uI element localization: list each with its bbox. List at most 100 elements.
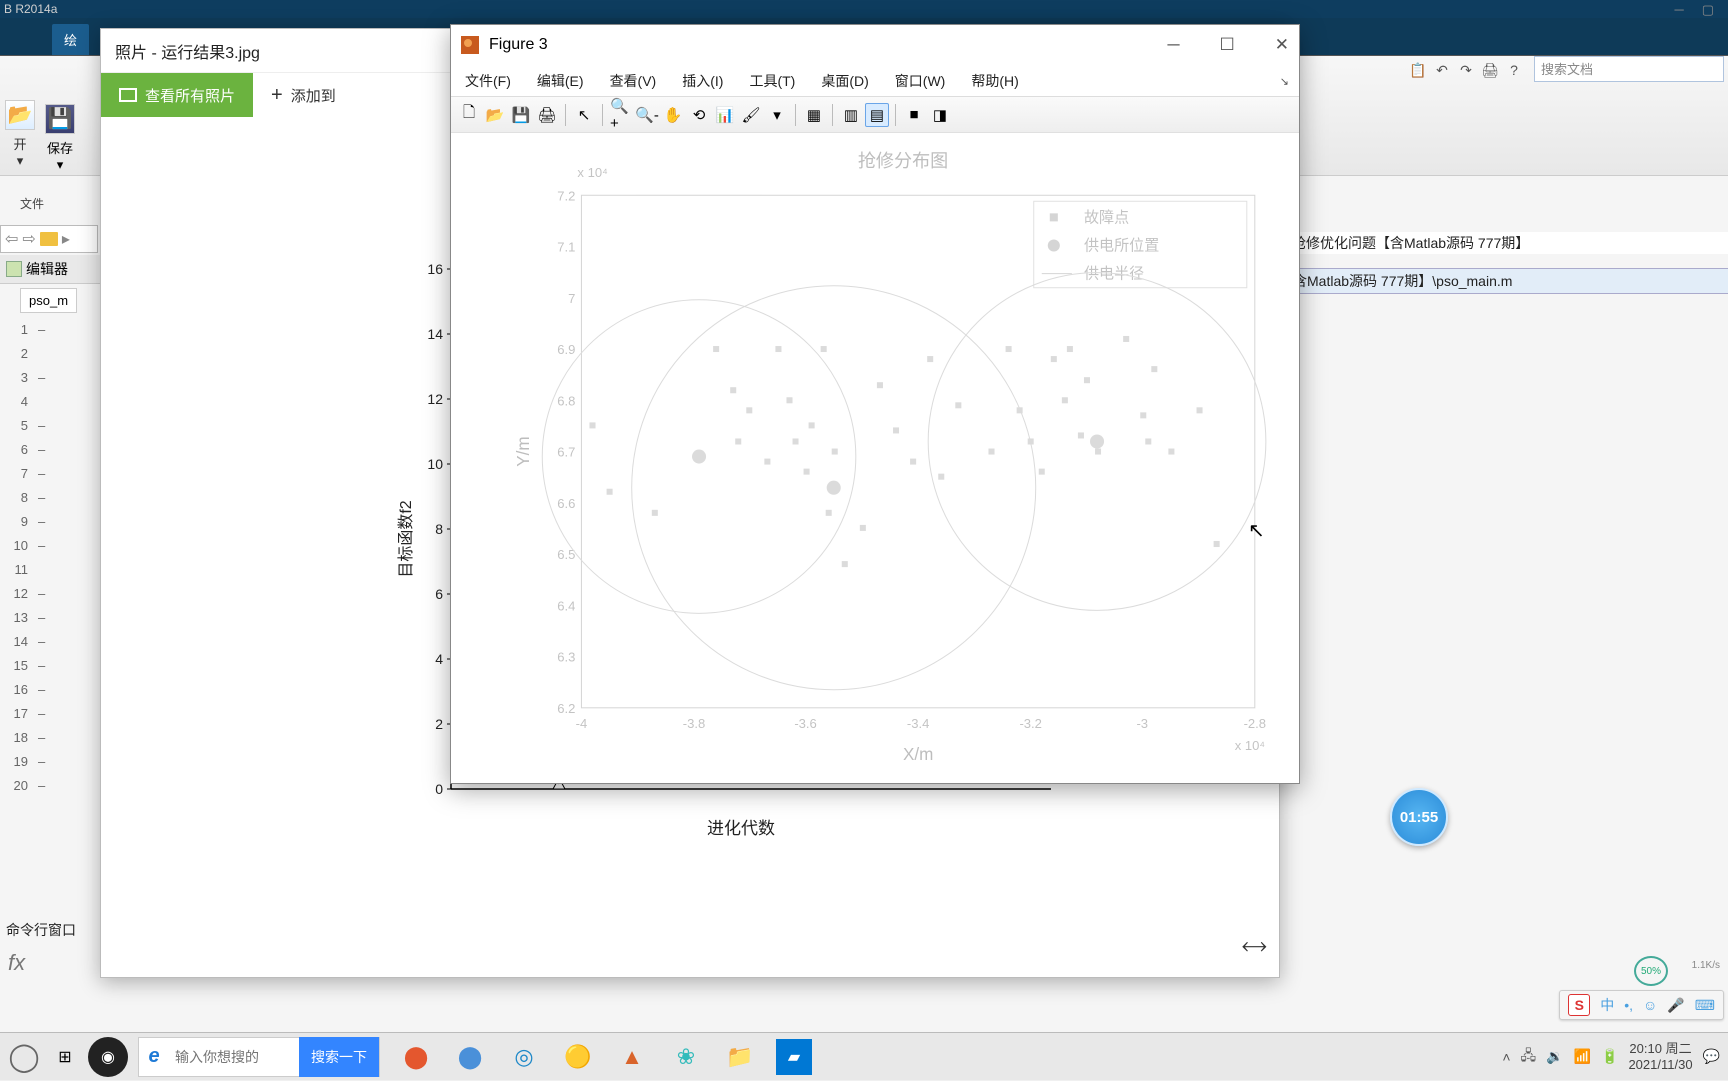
taskbar-search[interactable]: e 搜索一下: [138, 1037, 380, 1077]
explorer-app-icon[interactable]: 📁: [722, 1039, 758, 1075]
print-icon[interactable]: 🖨: [535, 103, 559, 127]
file-section-label: 文件: [20, 195, 44, 212]
tray-volume-icon[interactable]: 🔉: [1546, 1048, 1563, 1065]
editor-file-path[interactable]: 含Matlab源码 777期】\pso_main.m: [1290, 268, 1728, 294]
open-icon[interactable]: 📂: [483, 103, 507, 127]
matlab-app-icon[interactable]: ▲: [614, 1039, 650, 1075]
edge-app-icon[interactable]: ◎: [506, 1039, 542, 1075]
undo-icon[interactable]: ↶: [1432, 60, 1452, 80]
ime-lang[interactable]: 中: [1600, 995, 1614, 1015]
link-icon[interactable]: ▾: [765, 103, 789, 127]
browser-app-icon[interactable]: 🟡: [560, 1039, 596, 1075]
ime-keyboard-icon[interactable]: ⌨: [1695, 997, 1715, 1014]
menu-window[interactable]: 窗口(W): [895, 71, 946, 91]
zoom-in-icon[interactable]: 🔍+: [609, 103, 633, 127]
app-icon-1[interactable]: ⬤: [398, 1039, 434, 1075]
search-input[interactable]: [169, 1039, 299, 1075]
network-usage-badge[interactable]: 50%: [1634, 956, 1668, 986]
ime-punct-icon[interactable]: •,: [1624, 997, 1633, 1013]
svg-text:8: 8: [435, 521, 443, 537]
current-folder-bar[interactable]: ⇦ ⇨ ▸: [0, 225, 98, 253]
colorbar-icon[interactable]: ▦: [802, 103, 826, 127]
back-arrow-icon[interactable]: ⇦: [5, 229, 18, 249]
view-all-photos-button[interactable]: 查看所有照片: [101, 73, 253, 117]
close-icon[interactable]: ✕: [1275, 35, 1289, 55]
help-icon[interactable]: ?: [1504, 60, 1524, 80]
photos-app-icon[interactable]: ▰: [776, 1039, 812, 1075]
tray-chevron-up-icon[interactable]: ˄: [1502, 1049, 1510, 1065]
svg-text:2: 2: [435, 716, 443, 732]
brush-icon[interactable]: 🖌: [739, 103, 763, 127]
editor-file-tab[interactable]: pso_m: [20, 288, 77, 313]
doc-search-field[interactable]: 搜索文档: [1534, 56, 1724, 82]
svg-text:7.2: 7.2: [557, 188, 575, 203]
task-view-button[interactable]: ⊞: [48, 1047, 82, 1067]
recording-timer-badge[interactable]: 01:55: [1390, 788, 1448, 846]
pointer-icon[interactable]: ↖: [572, 103, 596, 127]
plottools-icon[interactable]: ▤: [865, 103, 889, 127]
notifications-icon[interactable]: 💬: [1703, 1048, 1720, 1065]
app-icon-6[interactable]: ❀: [668, 1039, 704, 1075]
sogou-logo-icon[interactable]: S: [1568, 994, 1590, 1016]
ime-voice-icon[interactable]: 🎤: [1667, 997, 1684, 1014]
hide-plottools-icon[interactable]: ■: [902, 103, 926, 127]
save-icon[interactable]: 💾: [509, 103, 533, 127]
save-button[interactable]: 💾 保存▾: [40, 104, 80, 173]
matlab-figure-icon: [461, 36, 479, 54]
svg-text:6.8: 6.8: [557, 393, 575, 408]
print-icon[interactable]: 🖨: [1480, 60, 1500, 80]
svg-text:进化代数: 进化代数: [707, 819, 775, 838]
pan-icon[interactable]: ✋: [661, 103, 685, 127]
menu-view[interactable]: 查看(V): [610, 71, 657, 91]
svg-text:-3.6: -3.6: [794, 716, 816, 731]
matlab-titlebar: B R2014a: [0, 0, 1728, 18]
tray-network-icon[interactable]: 🖧: [1521, 1045, 1537, 1069]
tray-battery-icon[interactable]: 🔋: [1601, 1048, 1618, 1065]
app-icon-2[interactable]: ⬤: [452, 1039, 488, 1075]
datacursor-icon[interactable]: 📊: [713, 103, 737, 127]
obs-app-icon[interactable]: ◉: [88, 1037, 128, 1077]
svg-text:目标函数f2: 目标函数f2: [397, 500, 415, 577]
figure-titlebar[interactable]: Figure 3 ─ ☐ ✕: [451, 25, 1299, 65]
menu-insert[interactable]: 插入(I): [682, 71, 723, 91]
new-figure-icon[interactable]: 🗋: [457, 103, 481, 127]
minimize-icon[interactable]: ─: [1674, 2, 1683, 18]
add-to-label: 添加到: [291, 85, 336, 106]
add-to-button[interactable]: + 添加到: [253, 73, 354, 117]
tray-wifi-icon[interactable]: 📶: [1574, 1048, 1591, 1065]
system-tray: ˄ 🖧 🔉 📶 🔋 20:10 周二 2021/11/30 💬: [1502, 1041, 1728, 1072]
menu-edit[interactable]: 编辑(E): [537, 71, 584, 91]
menu-help[interactable]: 帮助(H): [971, 71, 1018, 91]
figure-window: Figure 3 ─ ☐ ✕ 文件(F) 编辑(E) 查看(V) 插入(I) 工…: [450, 24, 1300, 784]
fx-prompt-icon[interactable]: fx: [8, 950, 25, 976]
search-go-button[interactable]: 搜索一下: [299, 1037, 379, 1077]
folder-icon: [40, 232, 58, 246]
menu-file[interactable]: 文件(F): [465, 71, 511, 91]
svg-text:6: 6: [435, 586, 443, 602]
fullscreen-icon[interactable]: ⤢: [1237, 930, 1270, 963]
taskbar-clock[interactable]: 20:10 周二 2021/11/30: [1628, 1041, 1692, 1072]
start-button[interactable]: ◯: [0, 1033, 48, 1081]
legend-icon[interactable]: ▥: [839, 103, 863, 127]
show-plottools-icon[interactable]: ◨: [928, 103, 952, 127]
dock-icon[interactable]: ↘: [1280, 75, 1289, 88]
maximize-icon[interactable]: ▢: [1702, 2, 1714, 18]
ie-icon: e: [139, 1045, 169, 1068]
maximize-icon[interactable]: ☐: [1220, 35, 1235, 55]
minimize-icon[interactable]: ─: [1167, 35, 1179, 55]
ime-emoji-icon[interactable]: ☺: [1643, 997, 1657, 1013]
svg-text:-3: -3: [1136, 716, 1148, 731]
redo-icon[interactable]: ↷: [1456, 60, 1476, 80]
open-button[interactable]: 📂 开▾: [0, 100, 40, 169]
rotate3d-icon[interactable]: ⟲: [687, 103, 711, 127]
ribbon-tab-plot[interactable]: 绘: [52, 24, 89, 55]
menu-tools[interactable]: 工具(T): [749, 71, 795, 91]
command-window-label: 命令行窗口: [6, 920, 76, 940]
fwd-arrow-icon[interactable]: ⇨: [22, 229, 35, 249]
zoom-out-icon[interactable]: 🔍-: [635, 103, 659, 127]
paste-icon[interactable]: 📋: [1408, 60, 1428, 80]
figure-title-text: Figure 3: [489, 36, 548, 54]
svg-text:12: 12: [427, 391, 443, 407]
ime-toolbar[interactable]: S 中 •, ☺ 🎤 ⌨: [1559, 990, 1724, 1020]
menu-desktop[interactable]: 桌面(D): [821, 71, 868, 91]
